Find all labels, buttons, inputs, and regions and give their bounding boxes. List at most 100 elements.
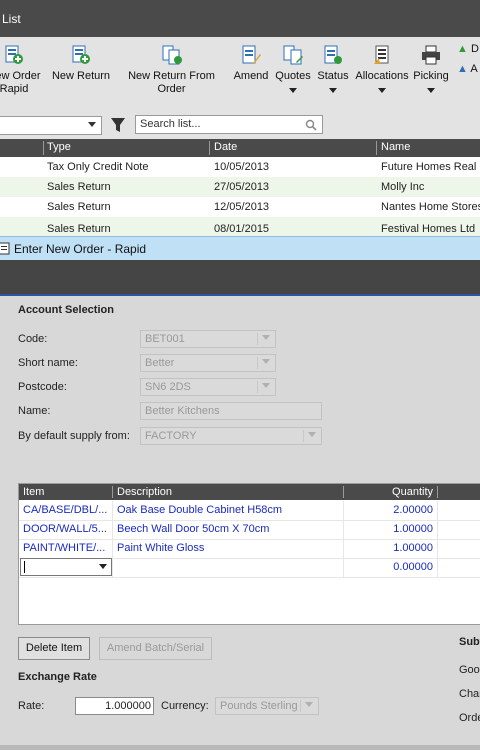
amend-batch-serial-button[interactable]: Amend Batch/Serial [99,637,212,660]
chevron-down-icon [262,383,270,388]
description-column-header[interactable]: Description [117,486,172,498]
new-order-rapid-label: New Order Rapid [0,70,41,95]
item-quantity: 1.00000 [393,542,433,554]
list-row[interactable]: Sales Return 27/05/2013 Molly Inc [0,177,480,197]
row-date: 10/05/2013 [214,161,270,173]
status-label: Status [317,70,349,82]
dialog-bottom-edge [0,745,480,750]
search-icon[interactable] [305,119,317,131]
picking-dropdown-icon[interactable] [427,88,435,93]
list-row[interactable]: Sales Return 12/05/2013 Nantes Home Stor… [0,197,480,217]
filter-icon[interactable] [110,117,126,133]
item-code: CA/BASE/DBL/... [23,504,108,516]
delete-item-button[interactable]: Delete Item [18,637,90,660]
row-type: Tax Only Credit Note [47,161,149,173]
new-order-rapid-icon [5,45,23,64]
column-divider [343,486,344,498]
picking-button[interactable]: Picking [412,37,450,110]
chevron-down-icon [88,122,96,127]
item-description: Oak Base Double Cabinet H58cm [117,504,283,516]
quotes-button[interactable]: Quotes [274,37,312,110]
quotes-dropdown-icon[interactable] [289,88,297,93]
item-description: Paint White Gloss [117,542,205,554]
column-date-header[interactable]: Date [214,141,237,153]
short-name-label: Short name: [18,357,78,369]
column-divider [437,501,438,577]
code-field[interactable]: BET001 [140,330,276,348]
name-field[interactable]: Better Kitchens [140,402,322,420]
item-quantity: 2.00000 [393,504,433,516]
name-value: Better Kitchens [145,405,220,417]
chevron-down-icon [305,702,313,707]
postcode-field[interactable]: SN6 2DS [140,378,276,396]
order-total-label: Orde [459,712,480,724]
list-header: Type Date Name [0,139,480,157]
new-return-from-order-button[interactable]: New Return From Order [115,37,228,110]
users-icon: ▲ [457,43,468,55]
column-divider [376,141,377,155]
field-divider [303,430,304,442]
status-icon [324,45,342,64]
new-return-from-order-icon [162,45,182,65]
rate-label: Rate: [18,700,45,712]
currency-value: Pounds Sterling [220,700,298,712]
printer-icon [422,45,440,65]
side-link-2[interactable]: ▲ A [457,63,478,75]
rate-input[interactable]: 1.000000 [75,697,154,715]
allocations-label: Allocations [355,70,409,82]
quotes-icon [283,45,303,65]
dialog-title-bar[interactable]: Enter New Order - Rapid [0,236,480,261]
item-column-header[interactable]: Item [23,486,44,498]
side-link-1-label: D [470,43,479,55]
amend-label: Amend [233,70,269,82]
column-divider [112,501,113,577]
goods-label: Good [459,664,480,676]
allocations-button[interactable]: Allocations [354,37,410,110]
status-dropdown-icon[interactable] [329,88,337,93]
users-icon-2: ▲ [457,63,468,75]
subtotals-heading: Subt [459,636,480,648]
row-name: Festival Homes Ltd [381,223,476,235]
item-quantity: 0.00000 [393,561,433,573]
column-divider [112,486,113,498]
default-supply-field[interactable]: FACTORY [140,427,322,445]
column-type-header[interactable]: Type [47,141,71,153]
chevron-down-icon[interactable] [99,564,107,569]
column-name-header[interactable]: Name [381,141,410,153]
currency-select[interactable]: Pounds Sterling [215,697,319,715]
row-name: Nantes Home Stores [381,201,480,213]
short-name-field[interactable]: Better [140,354,276,372]
item-code: PAINT/WHITE/... [23,542,106,554]
new-order-rapid-button[interactable]: New Order Rapid [0,37,46,110]
allocations-dropdown-icon[interactable] [378,88,386,93]
default-supply-label: By default supply from: [18,430,130,442]
list-view-combo[interactable] [0,116,102,135]
search-placeholder: Search list... [140,118,201,130]
toolbar: New Order Rapid New Return New Return Fr… [0,37,480,111]
default-supply-value: FACTORY [145,430,197,442]
side-link-1[interactable]: ▲ D [457,43,479,55]
postcode-value: SN6 2DS [145,381,191,393]
account-selection-heading: Account Selection [18,304,114,316]
column-divider [343,501,344,577]
item-row[interactable]: CA/BASE/DBL/... Oak Base Double Cabinet … [19,501,480,521]
amend-button[interactable]: Amend [232,37,270,110]
new-return-button[interactable]: New Return [50,37,112,110]
new-item-row[interactable]: 0.00000 [19,558,480,578]
amend-icon [242,45,261,64]
item-row[interactable]: PAINT/WHITE/... Paint White Gloss 1.0000… [19,539,480,559]
status-button[interactable]: Status [314,37,352,110]
new-return-label: New Return [51,70,111,82]
field-divider [257,357,258,369]
item-quantity: 1.00000 [393,523,433,535]
quantity-column-header[interactable]: Quantity [349,486,433,498]
search-input[interactable]: Search list... [135,115,323,134]
new-return-icon [72,45,90,64]
window-title-bar: List [0,0,480,37]
item-code-input[interactable] [20,558,112,576]
charges-label: Char [459,688,480,700]
list-row[interactable]: Tax Only Credit Note 10/05/2013 Future H… [0,157,480,177]
column-divider [209,141,210,155]
list-row[interactable]: Sales Return 08/01/2015 Festival Homes L… [0,217,480,236]
item-row[interactable]: DOOR/WALL/5... Beech Wall Door 50cm X 70… [19,520,480,540]
